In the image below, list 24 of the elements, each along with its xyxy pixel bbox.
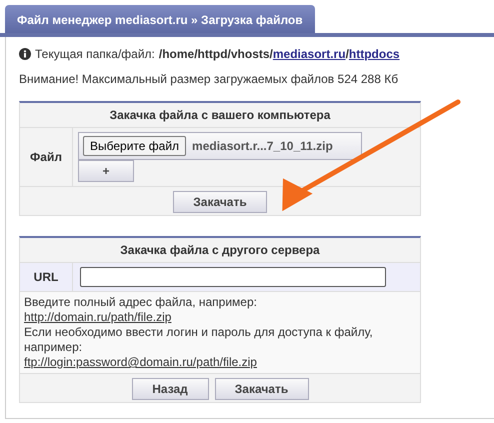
- url-field[interactable]: [80, 267, 386, 287]
- example-link[interactable]: http://domain.ru/path/file.zip: [24, 310, 172, 324]
- example-link[interactable]: ftp://login:password@domain.ru/path/file.zip: [24, 355, 257, 369]
- upload-button[interactable]: Закачать: [214, 378, 308, 400]
- add-file-button[interactable]: +: [78, 160, 134, 182]
- field-label: URL: [20, 263, 73, 291]
- help-text: Если необходимо ввести логин и пароль для доступа к файлу, например:: [24, 325, 374, 355]
- back-button[interactable]: Назад: [132, 378, 208, 400]
- folder-label: Текущая папка/файл:: [35, 47, 155, 61]
- choose-file-button[interactable]: Выберите файл: [83, 136, 186, 156]
- page-tab[interactable]: Файл менеджер mediasort.ru » Загрузка файлов: [5, 5, 315, 33]
- field-label: Файл: [20, 128, 73, 186]
- size-notice: Внимание! Максимальный размер загружаемых файлов 524 288 Кб: [19, 72, 400, 86]
- panel-title: Закачка файла с вашего компьютера: [110, 108, 330, 122]
- panel-title: Закачка файла с другого сервера: [120, 243, 320, 257]
- file-field[interactable]: Выберите файл mediasort.r...7_10_11.zip: [78, 132, 362, 160]
- upload-button[interactable]: Закачать: [173, 191, 267, 213]
- path-link[interactable]: mediasort.ru: [272, 47, 346, 61]
- help-text: Введите полный адрес файла, например:: [24, 295, 258, 310]
- path-text: /: [346, 47, 349, 61]
- info-icon: [19, 48, 31, 60]
- path-text: /home/httpd/vhosts/: [158, 47, 273, 61]
- path-link[interactable]: httpdocs: [348, 47, 400, 61]
- file-name: mediasort.r...7_10_11.zip: [192, 139, 333, 153]
